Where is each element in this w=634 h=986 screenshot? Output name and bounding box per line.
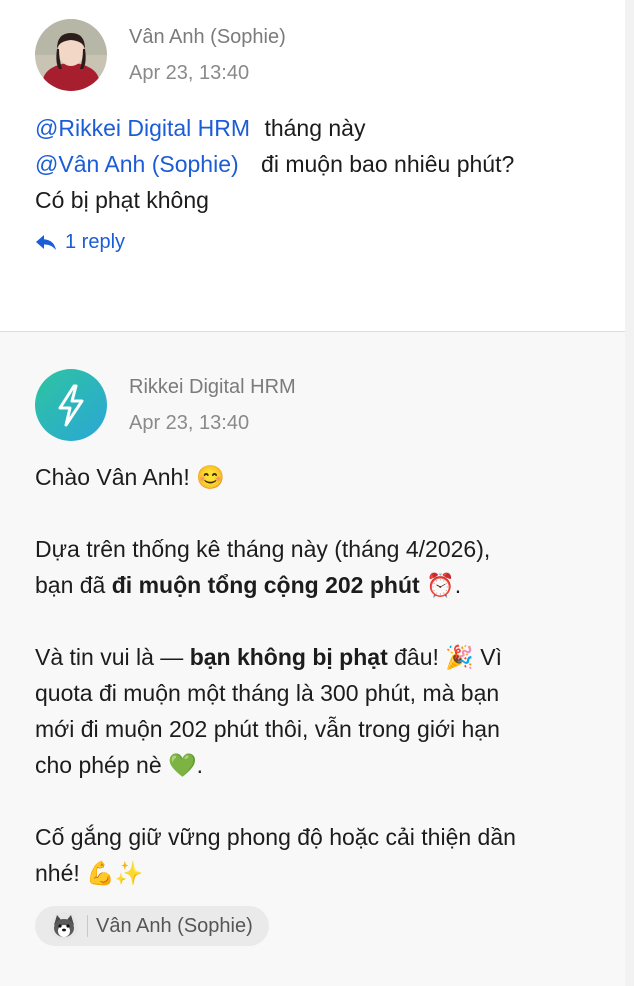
message-text: Và tin vui là — bạn không bị phạt đâu! 🎉…	[35, 644, 503, 670]
message-text: cho phép nè 💚.	[35, 752, 204, 778]
message-body: @Rikkei Digital HRM tháng này @Vân Anh (…	[35, 110, 514, 218]
message-text: đi muộn bao nhiêu phút?	[261, 151, 515, 177]
sender-name[interactable]: Vân Anh (Sophie)	[129, 26, 286, 49]
message-vananh: Vân Anh (Sophie) Apr 23, 13:40 @Rikkei D…	[0, 0, 625, 331]
message-text: Cố gắng giữ vững phong độ hoặc cải thiện…	[35, 824, 516, 850]
bold-text: đi muộn tổng cộng 202 phút	[111, 572, 420, 598]
reply-arrow-icon	[36, 234, 56, 250]
reply-count: 1 reply	[65, 231, 126, 253]
message-text: tháng này	[264, 115, 366, 141]
message-text: Có bị phạt không	[35, 187, 209, 213]
message-timestamp[interactable]: Apr 23, 13:40	[129, 412, 249, 435]
bot-avatar[interactable]	[35, 369, 107, 441]
mention-user[interactable]: @Vân Anh (Sophie)	[35, 151, 239, 177]
chip-label: Vân Anh (Sophie)	[96, 914, 253, 937]
message-text: mới đi muộn 202 phút thôi, vẫn trong giớ…	[35, 716, 500, 742]
scrollbar[interactable]	[625, 0, 634, 986]
message-text: quota đi muộn một tháng là 300 phút, mà …	[35, 680, 500, 706]
husky-dog-icon	[50, 912, 78, 940]
bot-message-body: Chào Vân Anh! 😊 Dựa trên thống kê tháng …	[35, 459, 516, 891]
message-text: bạn đã đi muộn tổng cộng 202 phút ⏰.	[35, 572, 462, 598]
lightning-bolt-icon	[58, 384, 84, 427]
message-timestamp[interactable]: Apr 23, 13:40	[129, 62, 249, 85]
message-text: nhé! 💪✨	[35, 860, 144, 886]
sender-name[interactable]: Rikkei Digital HRM	[129, 376, 296, 399]
mention-bot[interactable]: @Rikkei Digital HRM	[35, 115, 250, 141]
message-text: Dựa trên thống kê tháng này (tháng 4/202…	[35, 536, 491, 562]
mention-chip[interactable]: Vân Anh (Sophie)	[35, 906, 269, 946]
user-avatar[interactable]	[35, 19, 107, 91]
user-avatar-photo	[35, 19, 107, 91]
greeting-text: Chào Vân Anh! 😊	[35, 464, 225, 490]
thread-reply-link[interactable]: 1 reply	[35, 231, 125, 254]
bold-text: bạn không bị phạt	[189, 644, 388, 670]
chip-separator	[87, 915, 88, 937]
